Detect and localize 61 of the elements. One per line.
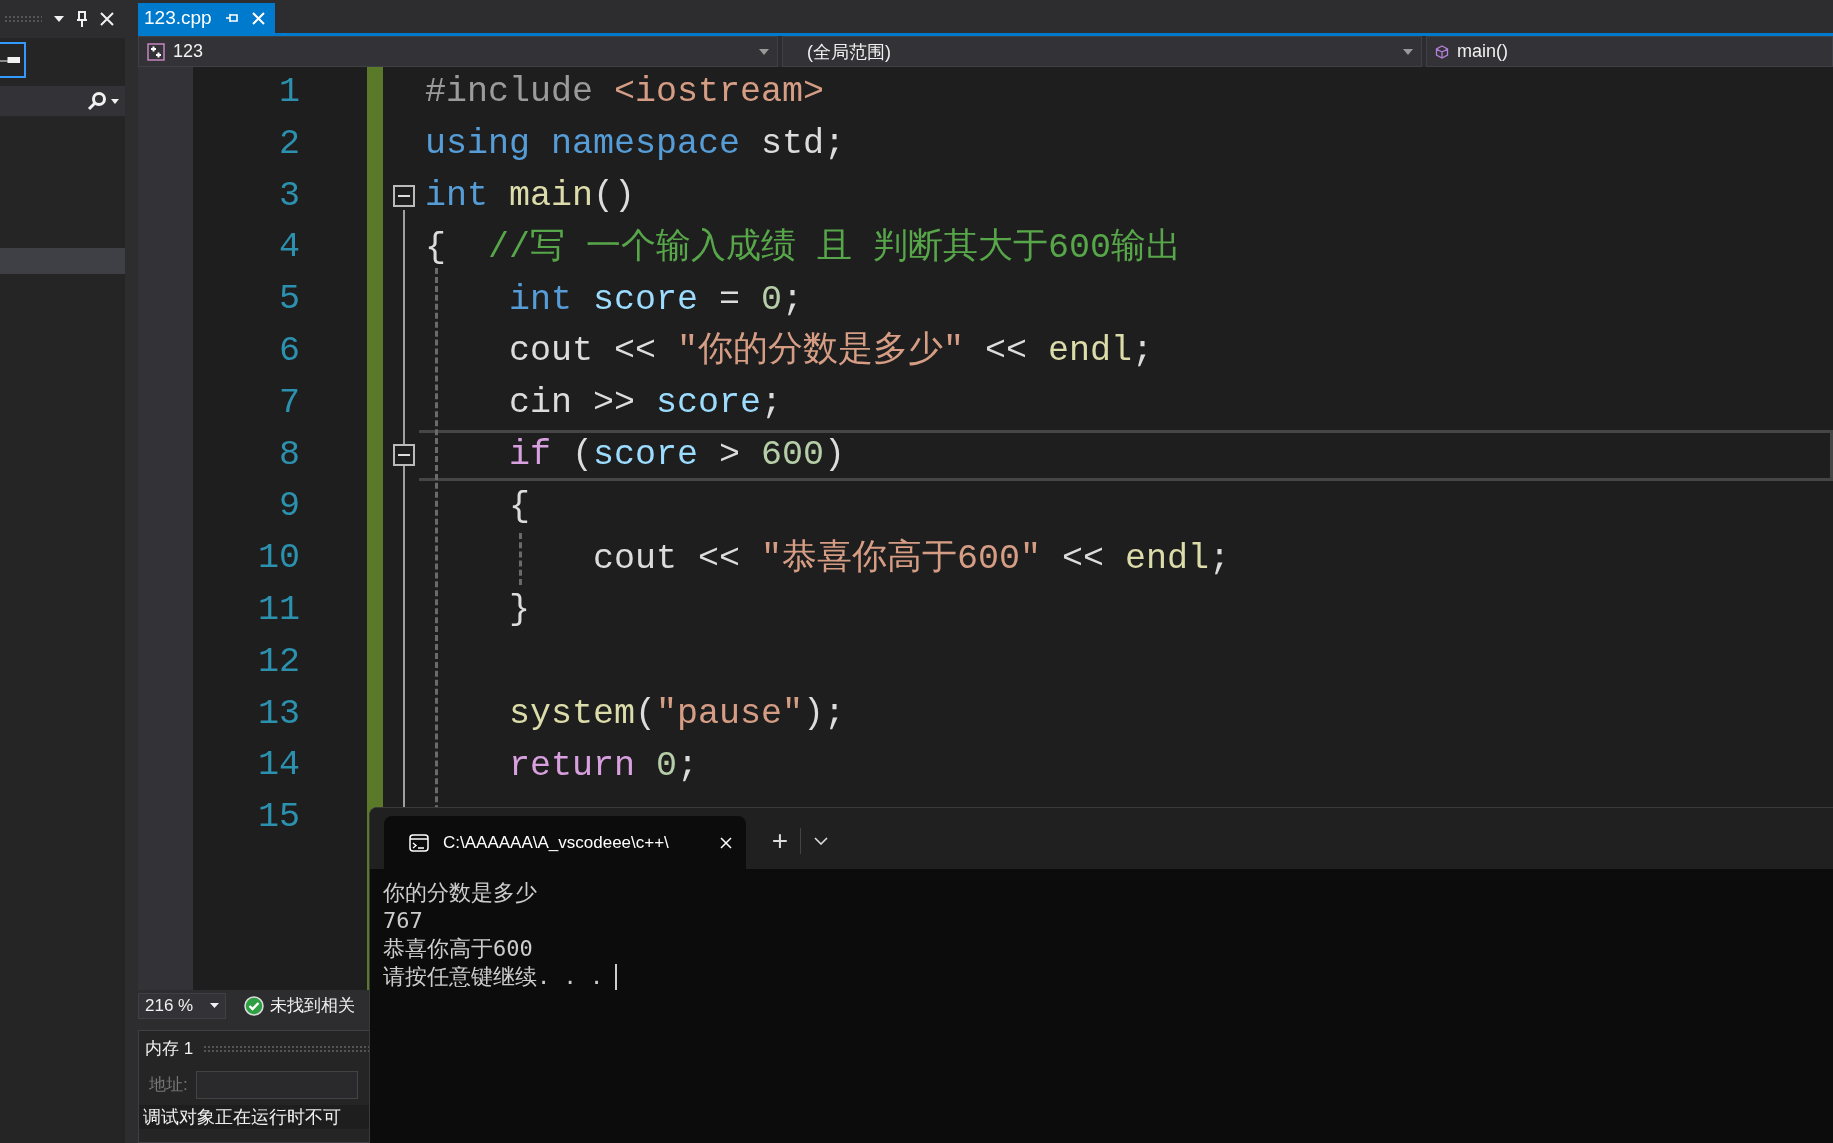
new-tab-button[interactable]: + xyxy=(760,823,800,859)
caret-icon xyxy=(210,1003,219,1009)
close-icon[interactable] xyxy=(100,12,114,26)
line-number: 6 xyxy=(278,329,300,373)
collapse-toggle[interactable] xyxy=(393,444,415,467)
bar-icon xyxy=(0,57,20,63)
terminal-output-line: 请按任意键继续. . . xyxy=(383,963,604,991)
terminal-output-line: 恭喜你高于600 xyxy=(383,935,533,963)
line-number: 5 xyxy=(278,278,300,322)
terminal-output-line: 767 xyxy=(383,907,423,935)
text-cursor xyxy=(615,964,618,990)
issues-status[interactable]: 未找到相关 xyxy=(270,994,355,1018)
member-dropdown[interactable]: main() xyxy=(1426,36,1833,67)
line-number: 3 xyxy=(278,174,300,218)
code-line: cin >> score; xyxy=(509,382,783,426)
project-dropdown[interactable]: 123 xyxy=(138,36,778,67)
line-number: 9 xyxy=(278,485,300,529)
code-line: if (score > 600) xyxy=(509,433,846,477)
line-number: 13 xyxy=(257,692,300,736)
check-icon xyxy=(244,996,264,1016)
terminal-tab[interactable]: C:\AAAAAA\A_vscodeee\c++\ xyxy=(384,816,746,869)
line-number: 10 xyxy=(257,537,300,581)
chevron-down-icon xyxy=(814,837,828,845)
line-number: 12 xyxy=(257,640,300,684)
caret-icon xyxy=(1403,48,1413,55)
cube-icon xyxy=(1435,44,1449,59)
code-line: int main() xyxy=(425,174,636,218)
line-number: 7 xyxy=(278,381,300,425)
line-number: 15 xyxy=(257,796,300,840)
scope-dropdown[interactable]: (全局范围) xyxy=(782,36,1422,67)
code-line: #include <iostream> xyxy=(425,71,825,115)
code-line: return 0; xyxy=(509,744,699,788)
code-line: system("pause"); xyxy=(509,692,846,736)
code-line: using namespace std; xyxy=(425,123,846,167)
code-line: } xyxy=(509,589,530,633)
code-line: { //写 一个输入成绩 且 判断其大于600输出 xyxy=(425,226,1182,270)
caret-icon xyxy=(759,48,769,55)
toolbar-button[interactable] xyxy=(0,42,26,78)
search-icon[interactable] xyxy=(87,91,107,111)
pin-icon[interactable] xyxy=(76,11,88,27)
panel-title: 内存 1 xyxy=(145,1038,194,1061)
line-number: 14 xyxy=(257,744,300,788)
console-icon xyxy=(409,833,429,852)
indent-guide xyxy=(519,533,522,585)
code-line: cout << "恭喜你高于600" << endl; xyxy=(593,537,1231,581)
code-line: int score = 0; xyxy=(509,278,804,322)
caret-icon[interactable] xyxy=(54,16,64,22)
line-number: 11 xyxy=(257,588,300,632)
collapse-toggle[interactable] xyxy=(393,185,415,208)
line-number: 4 xyxy=(278,226,300,270)
address-field[interactable] xyxy=(195,1071,358,1099)
address-label: 地址: xyxy=(148,1074,188,1097)
line-number: 1 xyxy=(278,70,300,114)
line-number: 2 xyxy=(278,122,300,166)
code-line: cout << "你的分数是多少" << endl; xyxy=(509,330,1154,374)
zoom-dropdown[interactable]: 216 % xyxy=(138,993,226,1019)
code-line: { xyxy=(509,485,530,529)
caret-icon[interactable] xyxy=(111,98,119,104)
line-number: 8 xyxy=(278,433,300,477)
project-icon xyxy=(147,42,165,61)
terminal-output-line: 你的分数是多少 xyxy=(383,879,537,907)
